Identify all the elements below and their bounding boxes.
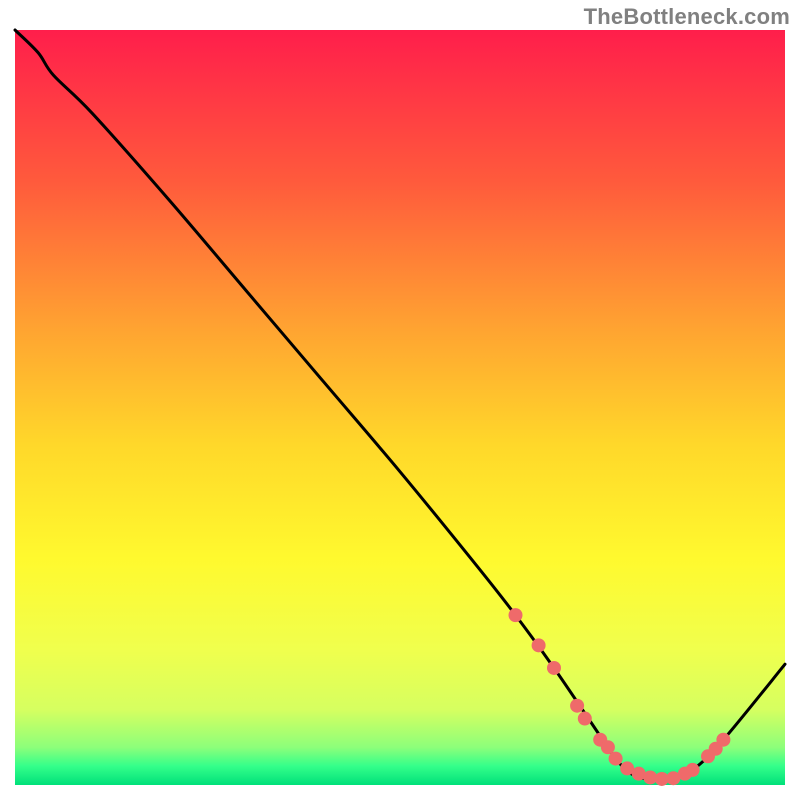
bottleneck-marker [547,661,561,675]
bottleneck-marker [601,740,615,754]
chart-background [15,30,785,785]
bottleneck-chart [0,0,800,800]
bottleneck-marker [570,699,584,713]
bottleneck-marker [509,608,523,622]
bottleneck-marker [716,733,730,747]
chart-container: TheBottleneck.com [0,0,800,800]
bottleneck-marker [609,752,623,766]
bottleneck-marker [578,712,592,726]
watermark-text: TheBottleneck.com [584,4,790,30]
bottleneck-marker [686,763,700,777]
bottleneck-marker [532,638,546,652]
